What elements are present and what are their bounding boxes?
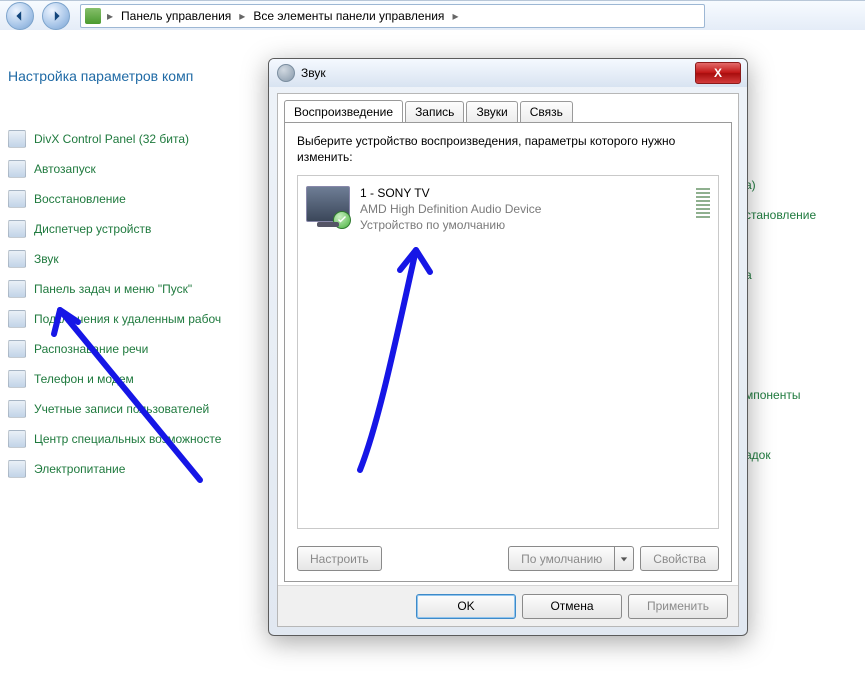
dialog-titlebar[interactable]: Звук X	[269, 59, 747, 87]
app-icon	[8, 430, 26, 448]
tab-strip: Воспроизведение Запись Звуки Связь	[284, 100, 575, 122]
tab-playback-page: Выберите устройство воспроизведения, пар…	[284, 122, 732, 582]
chevron-down-icon[interactable]	[614, 546, 634, 571]
default-check-icon	[333, 211, 351, 229]
close-icon: X	[714, 66, 722, 80]
device-action-row: Настроить По умолчанию Свойства	[297, 546, 719, 571]
cp-item-link[interactable]: Диспетчер устройств	[34, 222, 151, 236]
cp-item-link[interactable]: Звук	[34, 252, 59, 266]
app-icon	[8, 280, 26, 298]
dialog-body: Воспроизведение Запись Звуки Связь Выбер…	[277, 93, 739, 627]
ok-button[interactable]: OK	[416, 594, 516, 619]
cp-item-link[interactable]: Учетные записи пользователей	[34, 402, 209, 416]
monitor-icon	[306, 186, 350, 222]
nav-back-button[interactable]	[6, 2, 34, 30]
tab-recording[interactable]: Запись	[405, 101, 464, 123]
cp-item-link[interactable]: Восстановление	[34, 192, 126, 206]
device-status: Устройство по умолчанию	[360, 218, 688, 234]
level-meter-icon	[696, 186, 710, 218]
device-driver: AMD High Definition Audio Device	[360, 202, 688, 218]
playback-device-list[interactable]: 1 - SONY TV AMD High Definition Audio De…	[297, 175, 719, 529]
cp-item-link[interactable]: Панель задач и меню "Пуск"	[34, 282, 192, 296]
speaker-icon	[277, 64, 295, 82]
app-icon	[8, 220, 26, 238]
breadcrumb-item[interactable]: Все элементы панели управления	[247, 9, 450, 23]
partially-covered-column: а) становление а мпоненты адок	[745, 116, 816, 470]
cp-item-link[interactable]: Распознавание речи	[34, 342, 148, 356]
cp-item-link[interactable]: Центр специальных возможносте	[34, 432, 221, 446]
close-button[interactable]: X	[695, 62, 741, 84]
speaker-icon	[8, 250, 26, 268]
device-name: 1 - SONY TV	[360, 186, 688, 202]
app-icon	[8, 310, 26, 328]
instruction-text: Выберите устройство воспроизведения, пар…	[297, 133, 719, 165]
cp-item-link[interactable]: DivX Control Panel (32 бита)	[34, 132, 189, 146]
nav-forward-button[interactable]	[42, 2, 70, 30]
cp-item-link[interactable]: Автозапуск	[34, 162, 96, 176]
tab-sounds[interactable]: Звуки	[466, 101, 517, 123]
chevron-right-icon: ▸	[450, 9, 460, 23]
cp-item-link[interactable]: Подключения к удаленным рабоч	[34, 312, 221, 326]
cp-item-link[interactable]: Электропитание	[34, 462, 125, 476]
app-icon	[8, 340, 26, 358]
playback-device-item[interactable]: 1 - SONY TV AMD High Definition Audio De…	[304, 182, 712, 237]
set-default-splitbutton[interactable]: По умолчанию	[508, 546, 634, 571]
properties-button[interactable]: Свойства	[640, 546, 719, 571]
sound-dialog: Звук X Воспроизведение Запись Звуки Связ…	[268, 58, 748, 636]
breadcrumb[interactable]: ▸ Панель управления ▸ Все элементы панел…	[80, 4, 705, 28]
chevron-right-icon: ▸	[105, 9, 115, 23]
breadcrumb-item[interactable]: Панель управления	[115, 9, 237, 23]
dialog-footer: OK Отмена Применить	[278, 585, 738, 626]
dialog-title: Звук	[301, 66, 326, 80]
app-icon	[8, 400, 26, 418]
tab-communications[interactable]: Связь	[520, 101, 573, 123]
app-icon	[8, 130, 26, 148]
apply-button[interactable]: Применить	[628, 594, 728, 619]
app-icon	[8, 370, 26, 388]
control-panel-icon	[85, 8, 101, 24]
chevron-right-icon: ▸	[237, 9, 247, 23]
configure-button[interactable]: Настроить	[297, 546, 382, 571]
device-text: 1 - SONY TV AMD High Definition Audio De…	[360, 186, 688, 233]
app-icon	[8, 190, 26, 208]
cancel-button[interactable]: Отмена	[522, 594, 622, 619]
explorer-address-bar: ▸ Панель управления ▸ Все элементы панел…	[0, 0, 865, 32]
app-icon	[8, 160, 26, 178]
tab-playback[interactable]: Воспроизведение	[284, 100, 403, 122]
set-default-button[interactable]: По умолчанию	[508, 546, 614, 571]
app-icon	[8, 460, 26, 478]
cp-item-link[interactable]: Телефон и модем	[34, 372, 134, 386]
